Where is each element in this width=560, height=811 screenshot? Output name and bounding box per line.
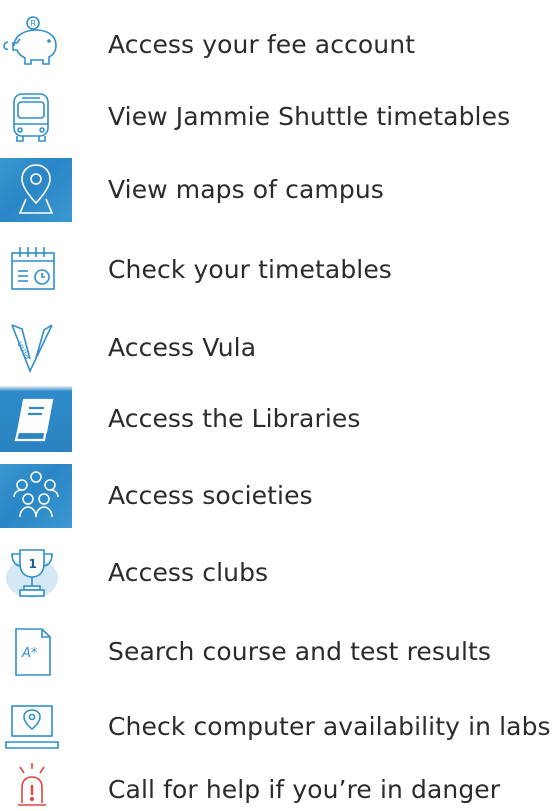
item-label: Check computer availability in labs xyxy=(108,712,551,741)
item-label: Access your fee account xyxy=(108,30,416,59)
item-label: View maps of campus xyxy=(108,175,384,204)
list-item-fee-account[interactable]: R Access your fee account xyxy=(0,10,560,80)
list-item-clubs[interactable]: 1 Access clubs xyxy=(0,538,560,608)
piggy-bank-icon: R xyxy=(0,14,64,76)
book-icon xyxy=(0,386,72,452)
bus-icon xyxy=(0,86,64,148)
item-label: Access societies xyxy=(108,481,313,510)
list-item-vula[interactable]: vula Access Vula xyxy=(0,313,560,383)
list-item-computer-labs[interactable]: Check computer availability in labs xyxy=(0,692,560,762)
people-group-icon xyxy=(0,464,72,528)
list-item-help-danger[interactable]: Call for help if you’re in danger xyxy=(0,755,560,811)
services-list: R Access your fee account View Jammie Sh… xyxy=(0,0,560,811)
alarm-light-icon xyxy=(0,759,64,811)
list-item-shuttle[interactable]: View Jammie Shuttle timetables xyxy=(0,82,560,152)
trophy-icon: 1 xyxy=(0,542,64,604)
list-item-societies[interactable]: Access societies xyxy=(0,461,560,531)
item-label: Access clubs xyxy=(108,558,269,587)
svg-text:R: R xyxy=(31,19,37,28)
item-label: Access Vula xyxy=(108,333,257,362)
item-label: Search course and test results xyxy=(108,637,492,666)
list-item-timetables[interactable]: Check your timetables xyxy=(0,235,560,305)
map-pin-icon xyxy=(0,158,72,222)
svg-text:A*: A* xyxy=(21,646,38,661)
list-item-maps[interactable]: View maps of campus xyxy=(0,155,560,225)
item-label: Check your timetables xyxy=(108,255,392,284)
laptop-pin-icon xyxy=(0,696,64,758)
item-label: Call for help if you’re in danger xyxy=(108,775,501,804)
item-label: Access the Libraries xyxy=(108,404,361,433)
list-item-libraries[interactable]: Access the Libraries xyxy=(0,384,560,454)
calendar-clock-icon xyxy=(0,239,64,301)
results-document-icon: A* xyxy=(0,621,64,683)
item-label: View Jammie Shuttle timetables xyxy=(108,102,511,131)
vula-logo-icon: vula xyxy=(0,317,64,379)
svg-text:1: 1 xyxy=(29,557,37,571)
list-item-results[interactable]: A* Search course and test results xyxy=(0,617,560,687)
